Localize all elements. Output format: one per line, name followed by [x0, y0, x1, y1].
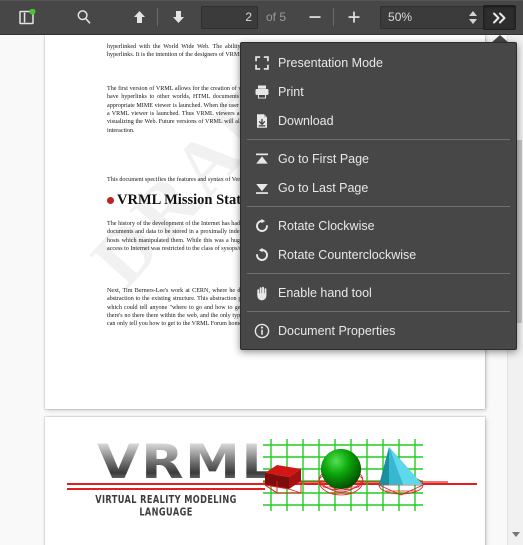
- menu-separator-1: [247, 139, 510, 140]
- pdf-page-3: VRML VIRTUAL REALITY MODELING LANGUAGE: [45, 417, 485, 545]
- menu-item-rotate-clockwise[interactable]: Rotate Clockwise: [241, 211, 516, 240]
- search-icon: [77, 10, 91, 24]
- pdf-viewer-root: DRAFT hyperlinked with the World Wide We…: [0, 0, 523, 545]
- chevron-down-icon[interactable]: [512, 532, 520, 537]
- menu-item-label: Presentation Mode: [278, 55, 383, 70]
- page-number-input[interactable]: [201, 5, 258, 29]
- menu-item-label: Download: [278, 113, 334, 128]
- menu-item-rotate-counterclockwise[interactable]: Rotate Counterclockwise: [241, 240, 516, 269]
- page-navigation-group: of 5: [201, 5, 287, 29]
- previous-page-button[interactable]: [124, 5, 154, 30]
- find-button[interactable]: [69, 5, 99, 30]
- rotate-ccw-icon: [252, 247, 271, 263]
- zoom-in-button[interactable]: [339, 5, 369, 30]
- menu-separator-4: [247, 311, 510, 312]
- menu-item-go-to-first-page[interactable]: Go to First Page: [241, 144, 516, 173]
- last-page-icon: [252, 180, 271, 196]
- double-chevron-right-icon: [493, 12, 506, 23]
- secondary-toolbar-menu: Presentation Mode Print Download Go to F…: [240, 42, 517, 350]
- menu-separator-3: [247, 273, 510, 274]
- green-sphere-shape: [318, 449, 364, 496]
- sidebar-toggle-icon: [18, 9, 35, 25]
- printer-icon: [252, 84, 271, 100]
- menu-item-label: Document Properties: [278, 323, 396, 338]
- menu-item-print[interactable]: Print: [241, 77, 516, 106]
- menu-item-label: Print: [278, 84, 304, 99]
- menu-item-label: Go to Last Page: [278, 180, 369, 195]
- vrml-logo-subtitle: VIRTUAL REALITY MODELING LANGUAGE: [95, 492, 237, 518]
- menu-item-label: Rotate Counterclockwise: [278, 247, 417, 262]
- menu-item-presentation-mode[interactable]: Presentation Mode: [241, 48, 516, 77]
- download-icon: [252, 113, 271, 129]
- vrml-3d-graphics: [263, 429, 448, 514]
- menu-item-label: Enable hand tool: [278, 285, 372, 300]
- menu-item-document-properties[interactable]: Document Properties: [241, 316, 516, 345]
- first-page-icon: [252, 151, 271, 167]
- zoom-out-button[interactable]: [300, 5, 330, 30]
- toolbar-divider: [157, 8, 158, 26]
- arrow-down-icon: [172, 11, 184, 23]
- minus-icon: [309, 16, 321, 18]
- next-page-button[interactable]: [163, 5, 193, 30]
- vrml-logo: VRML VIRTUAL REALITY MODELING LANGUAGE: [67, 439, 277, 518]
- bullet-icon: [107, 197, 114, 204]
- zoom-select-value: 50%: [388, 10, 413, 24]
- toolbar-divider-2: [333, 8, 335, 26]
- menu-item-label: Go to First Page: [278, 151, 370, 166]
- hand-icon: [252, 285, 271, 301]
- menu-item-enable-hand-tool[interactable]: Enable hand tool: [241, 278, 516, 307]
- cyan-cone-shape: [378, 447, 424, 496]
- menu-item-go-to-last-page[interactable]: Go to Last Page: [241, 173, 516, 202]
- sidebar-toggle-button[interactable]: [12, 5, 42, 30]
- zoom-select-wrapper: 50%: [380, 5, 488, 29]
- page-count-label: of 5: [266, 10, 287, 24]
- menu-item-download[interactable]: Download: [241, 106, 516, 135]
- menu-separator-2: [247, 206, 510, 207]
- secondary-toolbar-toggle-button[interactable]: [483, 5, 516, 30]
- menu-item-label: Rotate Clockwise: [278, 218, 375, 233]
- info-circle-icon: [252, 323, 271, 339]
- rotate-cw-icon: [252, 218, 271, 234]
- plus-icon: [348, 11, 360, 23]
- zoom-select[interactable]: 50%: [380, 5, 488, 29]
- arrow-up-icon: [133, 11, 145, 23]
- vrml-graphics-svg: [263, 439, 448, 511]
- pdf-toolbar: of 5 50%: [0, 0, 523, 35]
- presentation-mode-icon: [252, 55, 271, 71]
